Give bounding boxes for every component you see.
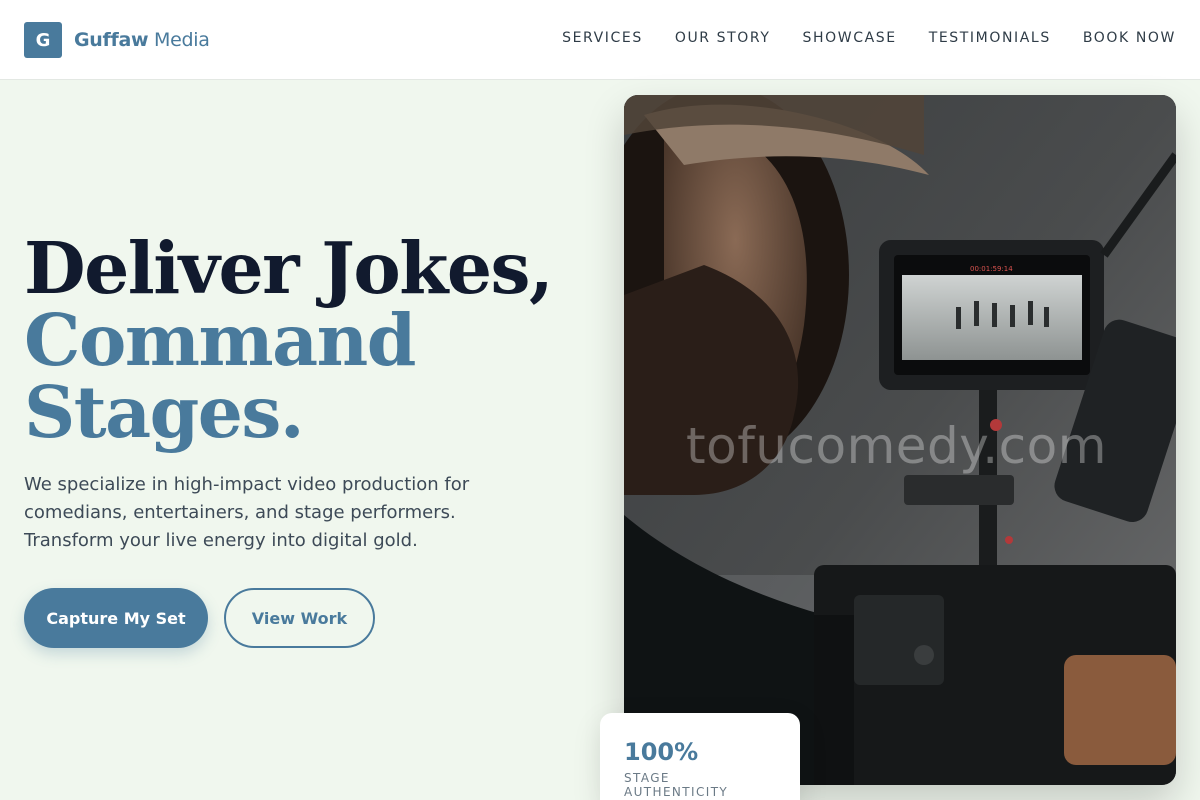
site-header: G Guffaw Media SERVICES OUR STORY SHOWCA… xyxy=(0,0,1200,80)
logo-mark-icon: G xyxy=(24,22,62,58)
main-nav: SERVICES OUR STORY SHOWCASE TESTIMONIALS… xyxy=(562,30,1176,46)
brand-logo[interactable]: G Guffaw Media xyxy=(24,22,210,58)
hero-title-line1: Deliver Jokes, xyxy=(24,226,554,310)
stat-label: STAGE AUTHENTICITY xyxy=(624,771,729,799)
brand-name-light: Media xyxy=(153,29,210,51)
nav-link-book-now[interactable]: BOOK NOW xyxy=(1083,30,1176,46)
hero-photo: 00:01:59:14 tofucomedy.com xyxy=(624,95,1176,785)
monitor-readout: 00:01:59:14 xyxy=(970,265,1013,273)
hero-title-line3: Stages. xyxy=(24,370,305,454)
hero-title-line2: Command xyxy=(24,298,416,382)
nav-link-testimonials[interactable]: TESTIMONIALS xyxy=(929,30,1051,46)
photo-watermark: tofucomedy.com xyxy=(686,417,1107,475)
stat-card: 100% STAGE AUTHENTICITY xyxy=(600,713,800,800)
capture-my-set-button[interactable]: Capture My Set xyxy=(24,588,208,648)
nav-link-showcase[interactable]: SHOWCASE xyxy=(803,30,897,46)
hero-title: Deliver Jokes, Command Stages. xyxy=(24,226,554,454)
nav-link-our-story[interactable]: OUR STORY xyxy=(675,30,771,46)
nav-link-services[interactable]: SERVICES xyxy=(562,30,643,46)
brand-name: Guffaw Media xyxy=(74,29,210,51)
view-work-button[interactable]: View Work xyxy=(224,588,375,648)
brand-name-bold: Guffaw xyxy=(74,29,149,51)
stat-value: 100% xyxy=(624,738,699,766)
hero-description: We specialize in high-impact video produ… xyxy=(24,474,470,551)
